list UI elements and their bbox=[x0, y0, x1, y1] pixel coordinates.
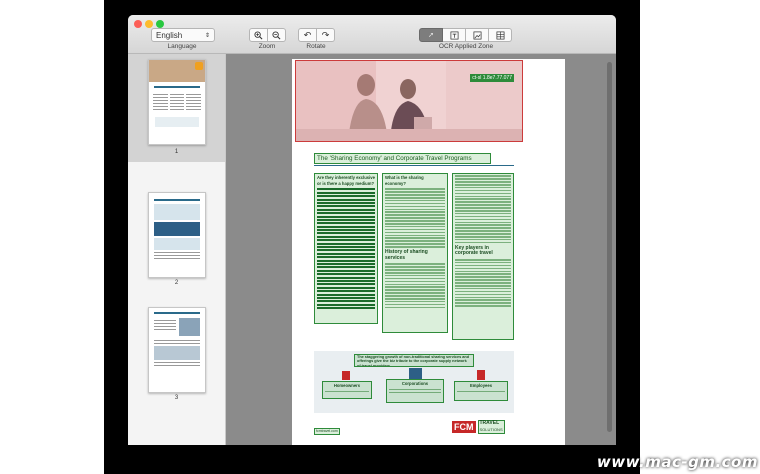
ocr-text-zone-button[interactable] bbox=[443, 28, 466, 42]
text-zone-banner[interactable]: The staggering growth of non-traditional… bbox=[354, 354, 474, 367]
ocr-image-zone-button[interactable] bbox=[466, 28, 489, 42]
building-icon bbox=[409, 368, 422, 379]
home-icon bbox=[342, 371, 350, 380]
logo-fcm-text: FCM bbox=[452, 421, 476, 433]
zoom-in-icon bbox=[254, 30, 263, 39]
close-window-button[interactable] bbox=[134, 20, 142, 28]
infographic-panel: The staggering growth of non-traditional… bbox=[314, 351, 514, 413]
col1-heading: Are they inherently exclusive or is ther… bbox=[317, 175, 375, 186]
logo-solutions-text: SOLUTIONS bbox=[479, 426, 503, 432]
text-zone-column-1[interactable]: Are they inherently exclusive or is ther… bbox=[314, 173, 378, 324]
rotate-left-icon: ↶ bbox=[303, 29, 312, 40]
thumbnail-number: 1 bbox=[174, 149, 179, 155]
box-left-title: Homeowners bbox=[333, 383, 361, 388]
edit-badge-icon bbox=[195, 62, 203, 70]
cursor-icon: ➚ bbox=[428, 32, 434, 39]
rotate-left-button[interactable]: ↶ bbox=[298, 28, 317, 42]
thumbnail-page-1[interactable]: 1 bbox=[128, 54, 225, 162]
ocr-table-zone-button[interactable] bbox=[489, 28, 512, 42]
zoom-out-button[interactable] bbox=[268, 28, 286, 42]
person-icon bbox=[477, 370, 485, 380]
app-window: English ⇕ Language Zoom ↶ ↷ Rotate ➚ OCR… bbox=[128, 15, 616, 445]
language-value: English bbox=[156, 30, 183, 40]
language-label: Language bbox=[167, 43, 197, 50]
banner-text: The staggering growth of non-traditional… bbox=[357, 355, 470, 367]
title-rule bbox=[314, 165, 514, 166]
text-zone-box-center[interactable]: Corporations bbox=[386, 379, 444, 403]
text-zone-column-2[interactable]: What is the sharing economy? History of … bbox=[382, 173, 448, 333]
chevron-updown-icon: ⇕ bbox=[204, 32, 210, 39]
page-thumbnail-sidebar: 1 2 3 bbox=[128, 54, 226, 445]
vertical-scrollbar[interactable] bbox=[607, 62, 612, 432]
zoom-label: Zoom bbox=[258, 43, 276, 50]
rotate-right-icon: ↷ bbox=[321, 29, 330, 40]
minimize-window-button[interactable] bbox=[145, 20, 153, 28]
rotate-right-button[interactable]: ↷ bbox=[317, 28, 335, 42]
zoom-window-button[interactable] bbox=[156, 20, 164, 28]
toolbar: English ⇕ Language Zoom ↶ ↷ Rotate ➚ OCR… bbox=[128, 15, 616, 54]
box-right-title: Employees bbox=[469, 383, 493, 388]
business-people-photo bbox=[296, 61, 522, 141]
col2-heading-2: History of sharing services bbox=[385, 249, 428, 261]
text-zone-box-left[interactable]: Homeowners bbox=[322, 381, 372, 399]
zoom-out-icon bbox=[272, 30, 281, 39]
col3-heading: Key players in corporate travel bbox=[455, 244, 493, 257]
ocr-applied-zone-label: OCR Applied Zone bbox=[438, 43, 494, 50]
text-zone-column-3[interactable]: Key players in corporate travel bbox=[452, 173, 514, 340]
thumbnail-number: 2 bbox=[174, 280, 179, 286]
thumbnail-page-2[interactable]: 2 bbox=[128, 178, 225, 286]
text-zone-footer[interactable]: fcmtravel.com bbox=[314, 428, 340, 435]
image-zone-icon bbox=[473, 31, 481, 39]
image-zone-hero[interactable]: ct-sl 1.8e7.77.077 bbox=[295, 60, 523, 142]
thumbnail-number: 3 bbox=[174, 395, 179, 401]
zoom-in-button[interactable] bbox=[249, 28, 268, 42]
text-zone-title[interactable]: The 'Sharing Economy' and Corporate Trav… bbox=[314, 153, 491, 164]
box-center-title: Corporations bbox=[401, 381, 429, 386]
fcm-logo: FCM TRAVEL SOLUTIONS bbox=[452, 420, 514, 434]
thumbnail-image bbox=[148, 192, 206, 278]
language-select[interactable]: English ⇕ bbox=[151, 28, 215, 42]
rotate-label: Rotate bbox=[306, 43, 326, 50]
document-title: The 'Sharing Economy' and Corporate Trav… bbox=[317, 155, 472, 162]
document-page: ct-sl 1.8e7.77.077 The 'Sharing Economy'… bbox=[292, 59, 565, 445]
thumbnail-image bbox=[148, 307, 206, 393]
ocr-select-zone-button[interactable]: ➚ bbox=[419, 28, 443, 42]
hero-ocr-tag: ct-sl 1.8e7.77.077 bbox=[470, 74, 514, 82]
document-viewer[interactable]: ct-sl 1.8e7.77.077 The 'Sharing Economy'… bbox=[226, 54, 616, 445]
text-zone-icon bbox=[450, 31, 458, 39]
watermark: www.mac-gm.com bbox=[596, 453, 758, 471]
col2-heading: What is the sharing economy? bbox=[385, 175, 424, 186]
text-zone-box-right[interactable]: Employees bbox=[454, 381, 508, 401]
thumbnail-image bbox=[148, 59, 206, 145]
thumbnail-page-3[interactable]: 3 bbox=[128, 294, 225, 402]
footer-tag: fcmtravel.com bbox=[316, 429, 338, 433]
table-zone-icon bbox=[496, 31, 504, 39]
